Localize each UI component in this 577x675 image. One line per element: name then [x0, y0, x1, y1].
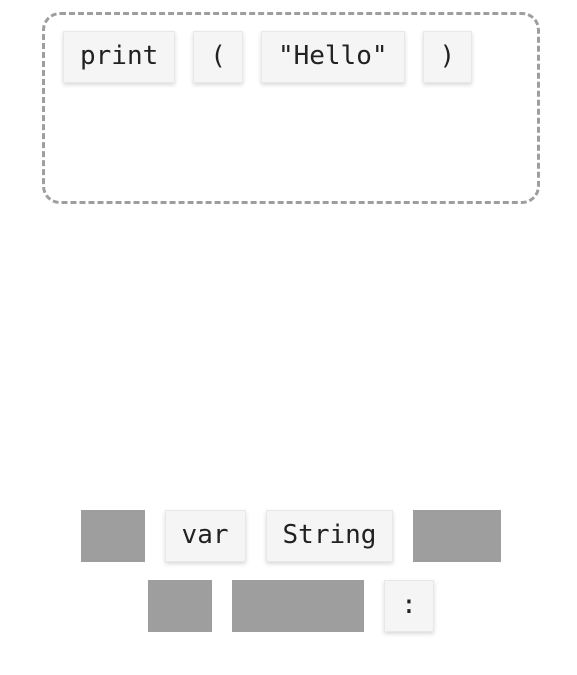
- tray-row-1: var String: [42, 510, 540, 562]
- token-colon[interactable]: :: [384, 580, 434, 632]
- placeholder-slot: [413, 510, 501, 562]
- token-tray: var String :: [42, 510, 540, 632]
- code-dropzone[interactable]: print ( "Hello" ): [42, 12, 540, 204]
- token-var[interactable]: var: [165, 510, 246, 562]
- token-close-paren[interactable]: ): [423, 31, 473, 83]
- placeholder-slot: [81, 510, 145, 562]
- placeholder-slot: [148, 580, 212, 632]
- token-string-type[interactable]: String: [266, 510, 394, 562]
- tray-row-2: :: [42, 580, 540, 632]
- placeholder-slot: [232, 580, 364, 632]
- token-open-paren[interactable]: (: [193, 31, 243, 83]
- token-string-literal[interactable]: "Hello": [261, 31, 405, 83]
- token-print[interactable]: print: [63, 31, 175, 83]
